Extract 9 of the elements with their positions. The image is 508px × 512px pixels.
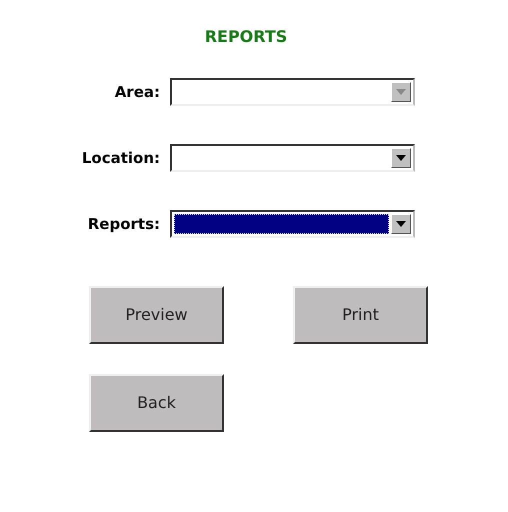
action-button[interactable]: Back: [89, 374, 224, 432]
screen-title: REPORTS: [204, 26, 288, 48]
dropdown[interactable]: [170, 144, 415, 172]
field-label: Reports:: [88, 214, 160, 235]
action-button[interactable]: Preview: [89, 286, 224, 344]
field-label: Location:: [82, 148, 160, 169]
dropdown[interactable]: [170, 210, 415, 238]
action-button[interactable]: Print: [293, 286, 428, 344]
field-label: Area:: [114, 82, 160, 103]
